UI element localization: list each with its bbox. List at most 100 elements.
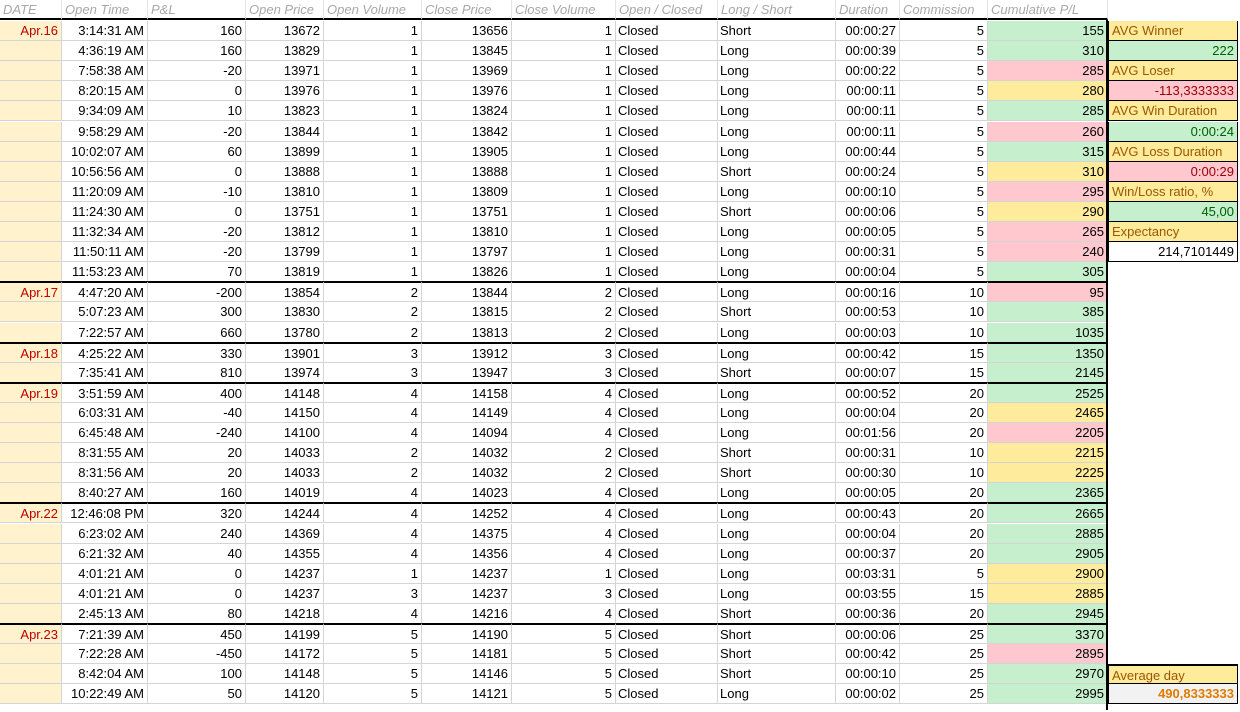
cell-time[interactable]: 10:22:49 AM [62, 684, 148, 704]
cell-time[interactable]: 11:50:11 AM [62, 242, 148, 262]
cell-pl[interactable]: 660 [148, 323, 246, 343]
cell-status[interactable]: Closed [616, 262, 718, 282]
cell-close-vol[interactable]: 1 [512, 162, 616, 182]
cell-status[interactable]: Closed [616, 281, 718, 302]
cell-side[interactable]: Long [718, 524, 836, 544]
stat-value[interactable]: 214,7101449 [1108, 242, 1238, 262]
cell-open-price[interactable]: 13901 [246, 342, 324, 363]
cell-side[interactable]: Long [718, 81, 836, 101]
cell-duration[interactable]: 00:00:11 [836, 101, 900, 121]
cell-open-vol[interactable]: 1 [324, 101, 422, 121]
cell-open-price[interactable]: 14120 [246, 684, 324, 704]
cell-pl[interactable]: 240 [148, 524, 246, 544]
cell-open-price[interactable]: 14244 [246, 502, 324, 523]
cell-date[interactable] [0, 182, 62, 202]
cell-date[interactable] [0, 483, 62, 503]
cell-time[interactable]: 7:35:41 AM [62, 363, 148, 383]
cell-open-vol[interactable]: 1 [324, 262, 422, 282]
cell-status[interactable]: Closed [616, 182, 718, 202]
cell-cum[interactable]: 2665 [988, 502, 1108, 523]
cell-cum[interactable]: 305 [988, 262, 1108, 282]
cell-close-price[interactable]: 14375 [422, 524, 512, 544]
cell-commission[interactable]: 5 [900, 122, 988, 142]
cell-open-price[interactable]: 14033 [246, 463, 324, 483]
cell-status[interactable]: Closed [616, 323, 718, 343]
cell-commission[interactable]: 5 [900, 101, 988, 121]
cell-pl[interactable]: 100 [148, 664, 246, 684]
cell-time[interactable]: 10:56:56 AM [62, 162, 148, 182]
cell-time[interactable]: 8:40:27 AM [62, 483, 148, 503]
cell-time[interactable]: 11:32:34 AM [62, 222, 148, 242]
cell-open-price[interactable]: 13810 [246, 182, 324, 202]
cell-side[interactable]: Long [718, 423, 836, 443]
cell-cum[interactable]: 290 [988, 202, 1108, 222]
cell-close-price[interactable]: 13810 [422, 222, 512, 242]
cell-open-price[interactable]: 14218 [246, 604, 324, 624]
cell-pl[interactable]: -200 [148, 281, 246, 302]
cell-date[interactable] [0, 142, 62, 162]
cell-cum[interactable]: 240 [988, 242, 1108, 262]
cell-date[interactable] [0, 584, 62, 604]
cell-open-vol[interactable]: 1 [324, 564, 422, 584]
cell-open-vol[interactable]: 2 [324, 323, 422, 343]
cell-cum[interactable]: 2225 [988, 463, 1108, 483]
cell-open-vol[interactable]: 4 [324, 502, 422, 523]
cell-close-price[interactable]: 14190 [422, 623, 512, 644]
cell-duration[interactable]: 00:00:37 [836, 544, 900, 564]
cell-date[interactable] [0, 443, 62, 463]
cell-close-vol[interactable]: 1 [512, 61, 616, 81]
cell-status[interactable]: Closed [616, 623, 718, 644]
cell-close-vol[interactable]: 5 [512, 664, 616, 684]
cell-close-price[interactable]: 13826 [422, 262, 512, 282]
cell-time[interactable]: 4:47:20 AM [62, 281, 148, 302]
cell-date[interactable] [0, 122, 62, 142]
cell-close-price[interactable]: 14252 [422, 502, 512, 523]
cell-commission[interactable]: 10 [900, 281, 988, 302]
cell-duration[interactable]: 00:00:02 [836, 684, 900, 704]
cell-commission[interactable]: 25 [900, 684, 988, 704]
cell-date[interactable]: Apr.17 [0, 281, 62, 302]
cell-commission[interactable]: 15 [900, 584, 988, 604]
cell-pl[interactable]: 450 [148, 623, 246, 644]
cell-cum[interactable]: 2365 [988, 483, 1108, 503]
cell-cum[interactable]: 2215 [988, 443, 1108, 463]
cell-close-vol[interactable]: 1 [512, 142, 616, 162]
cell-duration[interactable]: 00:00:06 [836, 202, 900, 222]
cell-status[interactable]: Closed [616, 684, 718, 704]
cell-open-vol[interactable]: 5 [324, 664, 422, 684]
cell-close-vol[interactable]: 4 [512, 382, 616, 403]
cell-date[interactable]: Apr.22 [0, 502, 62, 523]
cell-close-vol[interactable]: 1 [512, 81, 616, 101]
cell-time[interactable]: 9:34:09 AM [62, 101, 148, 121]
cell-commission[interactable]: 5 [900, 162, 988, 182]
cell-side[interactable]: Short [718, 443, 836, 463]
cell-close-vol[interactable]: 2 [512, 302, 616, 322]
cell-date[interactable] [0, 323, 62, 343]
cell-cum[interactable]: 3370 [988, 623, 1108, 644]
cell-close-vol[interactable]: 1 [512, 222, 616, 242]
cell-close-vol[interactable]: 1 [512, 202, 616, 222]
column-header-duration[interactable]: Duration [836, 0, 900, 20]
cell-open-price[interactable]: 13780 [246, 323, 324, 343]
cell-duration[interactable]: 00:00:30 [836, 463, 900, 483]
cell-close-price[interactable]: 14356 [422, 544, 512, 564]
cell-duration[interactable]: 00:00:27 [836, 21, 900, 41]
cell-commission[interactable]: 25 [900, 644, 988, 664]
cell-close-price[interactable]: 14032 [422, 463, 512, 483]
cell-open-price[interactable]: 13799 [246, 242, 324, 262]
cell-pl[interactable]: 160 [148, 41, 246, 61]
cell-side[interactable]: Long [718, 222, 836, 242]
cell-side[interactable]: Long [718, 684, 836, 704]
column-header-status[interactable]: Open / Closed [616, 0, 718, 20]
cell-status[interactable]: Closed [616, 502, 718, 523]
cell-close-vol[interactable]: 3 [512, 363, 616, 383]
cell-close-price[interactable]: 14023 [422, 483, 512, 503]
cell-close-vol[interactable]: 5 [512, 644, 616, 664]
cell-open-vol[interactable]: 2 [324, 281, 422, 302]
cell-open-price[interactable]: 13976 [246, 81, 324, 101]
cell-close-vol[interactable]: 4 [512, 423, 616, 443]
stat-value[interactable]: 0:00:24 [1108, 122, 1238, 142]
cell-close-vol[interactable]: 1 [512, 41, 616, 61]
cell-close-price[interactable]: 13842 [422, 122, 512, 142]
cell-status[interactable]: Closed [616, 483, 718, 503]
